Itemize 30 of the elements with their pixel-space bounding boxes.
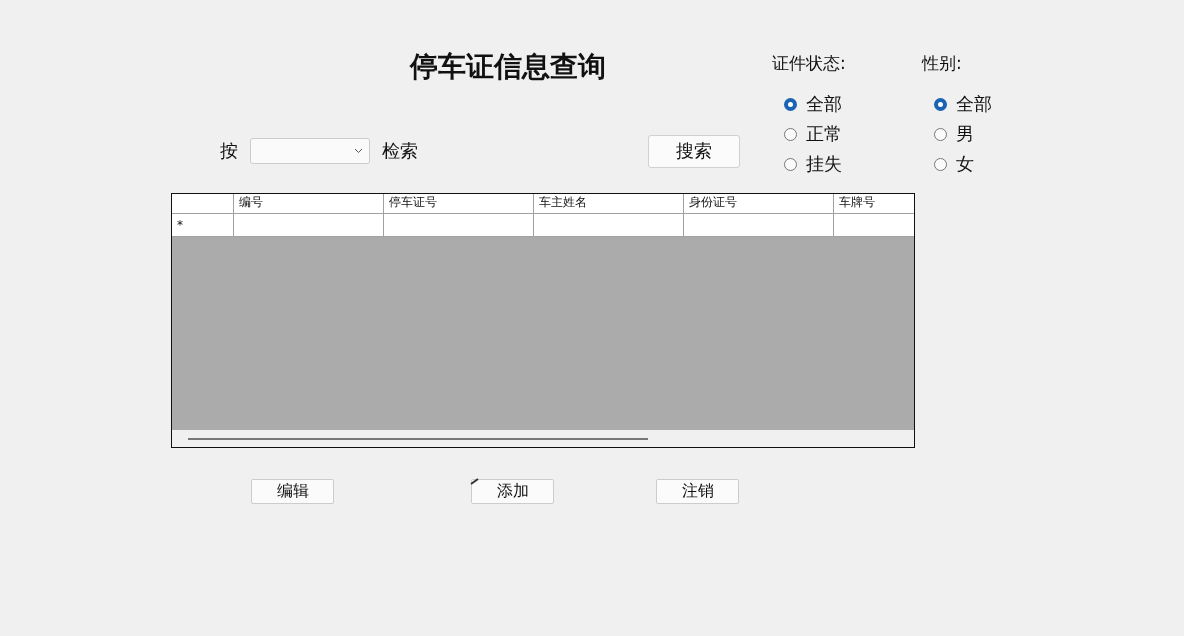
search-by-label: 按 xyxy=(220,139,238,163)
table-cell[interactable] xyxy=(684,214,834,237)
horizontal-scrollbar[interactable] xyxy=(172,430,914,447)
radio-button[interactable] xyxy=(934,127,947,141)
radio-label[interactable]: 正常 xyxy=(806,122,842,146)
action-button[interactable]: 添加 xyxy=(471,479,554,504)
search-suffix-label: 检索 xyxy=(382,139,418,163)
search-field-dropdown[interactable] xyxy=(250,138,370,164)
radio-label[interactable]: 挂失 xyxy=(806,152,842,176)
radio-label[interactable]: 全部 xyxy=(806,92,842,116)
table-cell[interactable] xyxy=(534,214,684,237)
radio-label[interactable]: 全部 xyxy=(956,92,992,116)
search-button[interactable]: 搜索 xyxy=(648,134,740,168)
radio-label[interactable]: 女 xyxy=(956,152,974,176)
table-cell[interactable] xyxy=(234,214,384,237)
radio-label[interactable]: 男 xyxy=(956,122,974,146)
radio-button[interactable] xyxy=(934,97,947,111)
group-title: 性别: xyxy=(922,52,962,75)
chevron-down-icon xyxy=(354,148,363,154)
action-button[interactable]: 注销 xyxy=(656,479,739,504)
table-cell[interactable] xyxy=(384,214,534,237)
group-title: 证件状态: xyxy=(772,52,846,75)
window-title: 停车证信息查询 xyxy=(410,49,606,85)
radio-button[interactable] xyxy=(934,157,947,171)
radio-button[interactable] xyxy=(784,157,797,171)
action-button[interactable]: 编辑 xyxy=(251,479,334,504)
radio-button[interactable] xyxy=(784,97,797,111)
corner-mark-icon xyxy=(470,478,479,485)
scrollbar-thumb[interactable] xyxy=(188,437,648,440)
radio-button[interactable] xyxy=(784,127,797,141)
